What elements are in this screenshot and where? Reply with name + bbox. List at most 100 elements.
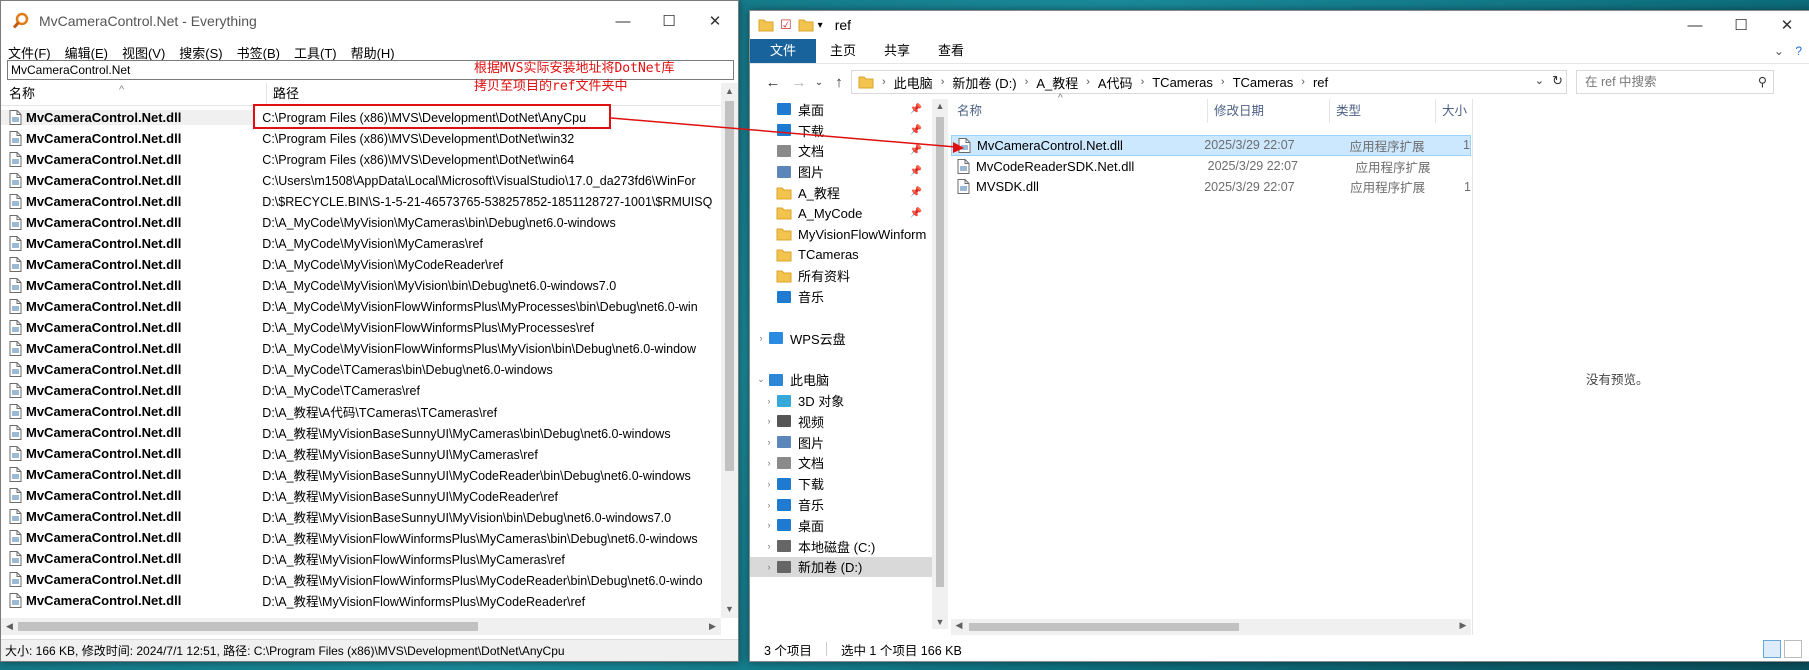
nav-item[interactable]: 音乐	[750, 286, 932, 307]
expand-chevron-icon[interactable]: ›	[762, 541, 776, 551]
scroll-left-icon[interactable]: ◀	[1, 618, 18, 635]
nav-item[interactable]: › WPS云盘	[750, 328, 932, 349]
customize-chevron-icon[interactable]: ▾	[818, 20, 823, 31]
table-row[interactable]: MvCameraControl.Net.dll D:\A_MyCode\MyVis…	[1, 275, 721, 296]
results-vertical-scrollbar[interactable]: ▲ ▼	[721, 83, 738, 618]
date-column-header[interactable]: 修改日期	[1208, 99, 1330, 123]
explorer-titlebar[interactable]: ☑ ▾ ref — ☐ ✕	[750, 11, 1809, 39]
breadcrumb-tcameras[interactable]: TCameras	[1152, 75, 1213, 90]
forward-arrow-icon[interactable]: →	[786, 74, 812, 91]
nav-item[interactable]: › 文档	[750, 453, 932, 474]
up-arrow-icon[interactable]: ↑	[826, 74, 852, 91]
table-row[interactable]: MvCameraControl.Net.dll D:\A_教程\MyVisionF…	[1, 548, 721, 569]
breadcrumb-separator-icon[interactable]: ›	[1141, 76, 1145, 88]
nav-item[interactable]: › 本地磁盘 (C:)	[750, 536, 932, 557]
breadcrumb-a-code[interactable]: A代码	[1098, 73, 1133, 92]
refresh-icon[interactable]: ↻	[1552, 73, 1563, 89]
table-row[interactable]: MvCameraControl.Net.dll C:\Program Files …	[1, 128, 721, 149]
address-history-chevron-icon[interactable]: ⌄	[1535, 74, 1544, 87]
nav-item[interactable]: › 下载	[750, 473, 932, 494]
expand-chevron-icon[interactable]: ›	[762, 416, 776, 426]
breadcrumb-separator-icon[interactable]: ›	[1086, 76, 1090, 88]
new-folder-icon[interactable]	[798, 18, 814, 32]
nav-item[interactable]: › 视频	[750, 411, 932, 432]
size-column-header[interactable]: 大小	[1436, 99, 1471, 123]
menu-help[interactable]: 帮助(H)	[351, 43, 395, 62]
pin-icon[interactable]: 📌	[910, 187, 922, 198]
file-list-horizontal-scrollbar[interactable]: ◀ ▶	[951, 619, 1471, 635]
file-row[interactable]: MvCodeReaderSDK.Net.dll 2025/3/29 22:07 应用…	[951, 156, 1471, 177]
expand-chevron-icon[interactable]: ›	[762, 458, 776, 468]
nav-item[interactable]: 所有资料	[750, 265, 932, 286]
menu-file[interactable]: 文件(F)	[8, 43, 51, 62]
nav-item[interactable]: ⌄ 此电脑	[750, 369, 932, 390]
breadcrumb-separator-icon[interactable]: ›	[882, 76, 886, 88]
type-column-header[interactable]: 类型	[1330, 99, 1436, 123]
everything-titlebar[interactable]: MvCameraControl.Net - Everything — ☐ ✕	[1, 1, 738, 41]
maximize-button[interactable]: ☐	[1718, 11, 1764, 39]
nav-item[interactable]: 文档 📌	[750, 141, 932, 162]
expand-chevron-icon[interactable]: ›	[762, 520, 776, 530]
name-column-header[interactable]: 名称	[951, 99, 1208, 123]
breadcrumb-ref[interactable]: ref	[1313, 75, 1328, 90]
breadcrumb-tcameras-sub[interactable]: TCameras	[1233, 75, 1294, 90]
file-row[interactable]: MVSDK.dll 2025/3/29 22:07 应用程序扩展 1	[951, 177, 1471, 198]
details-view-icon[interactable]	[1763, 640, 1781, 658]
maximize-button[interactable]: ☐	[646, 1, 692, 41]
scroll-thumb[interactable]	[18, 622, 478, 631]
help-icon[interactable]: ?	[1795, 44, 1802, 58]
search-input[interactable]: 在 ref 中搜索 ⚲	[1576, 70, 1774, 94]
nav-item[interactable]: › 3D 对象	[750, 390, 932, 411]
table-row[interactable]: MvCameraControl.Net.dll C:\Program Files …	[1, 149, 721, 170]
table-row[interactable]: MvCameraControl.Net.dll D:\A_教程\MyVisionF…	[1, 590, 721, 611]
table-row[interactable]: MvCameraControl.Net.dll D:\A_MyCode\TCame…	[1, 359, 721, 380]
minimize-button[interactable]: —	[1672, 11, 1718, 39]
nav-item[interactable]: 图片 📌	[750, 161, 932, 182]
menu-tools[interactable]: 工具(T)	[294, 43, 337, 62]
nav-item[interactable]: A_MyCode 📌	[750, 203, 932, 224]
tab-file[interactable]: 文件	[750, 39, 817, 63]
address-bar[interactable]: › 此电脑 › 新加卷 (D:) › A_教程 › A代码 › TCameras…	[851, 70, 1567, 94]
close-button[interactable]: ✕	[692, 1, 738, 41]
pin-icon[interactable]: 📌	[910, 145, 922, 156]
pin-icon[interactable]: 📌	[910, 208, 922, 219]
file-row[interactable]: MvCameraControl.Net.dll 2025/3/29 22:07 应用…	[951, 135, 1471, 156]
menu-search[interactable]: 搜索(S)	[179, 43, 222, 62]
table-row[interactable]: MvCameraControl.Net.dll D:\A_教程\MyVisionB…	[1, 485, 721, 506]
tab-share[interactable]: 共享	[870, 39, 924, 63]
pin-icon[interactable]: 📌	[910, 166, 922, 177]
nav-item[interactable]: A_教程 📌	[750, 182, 932, 203]
name-column-header[interactable]: ^ 名称	[1, 83, 267, 105]
nav-item[interactable]: › 新加卷 (D:)	[750, 556, 932, 578]
table-row[interactable]: MvCameraControl.Net.dll D:\A_教程\MyVisionB…	[1, 464, 721, 485]
results-horizontal-scrollbar[interactable]: ◀ ▶	[1, 618, 721, 635]
scroll-down-icon[interactable]: ▼	[932, 617, 948, 627]
scroll-up-icon[interactable]: ▲	[932, 101, 948, 111]
menu-bookmarks[interactable]: 书签(B)	[237, 43, 280, 62]
expand-chevron-icon[interactable]: ⌄	[754, 374, 768, 385]
expand-chevron-icon[interactable]: ›	[762, 437, 776, 447]
scroll-thumb[interactable]	[725, 101, 734, 471]
table-row[interactable]: MvCameraControl.Net.dll D:\A_MyCode\MyVis…	[1, 296, 721, 317]
menu-edit[interactable]: 编辑(E)	[65, 43, 108, 62]
recent-locations-chevron-icon[interactable]: ⌄	[812, 77, 826, 88]
pin-icon[interactable]: 📌	[910, 125, 922, 136]
expand-chevron-icon[interactable]: ›	[762, 562, 776, 572]
close-button[interactable]: ✕	[1764, 11, 1809, 39]
table-row[interactable]: MvCameraControl.Net.dll D:\A_教程\MyVisionB…	[1, 443, 721, 464]
minimize-button[interactable]: —	[600, 1, 646, 41]
breadcrumb-this-pc[interactable]: 此电脑	[894, 73, 933, 92]
table-row[interactable]: MvCameraControl.Net.dll D:\A_MyCode\MyVis…	[1, 212, 721, 233]
scroll-thumb[interactable]	[936, 117, 944, 587]
properties-icon[interactable]: ☑	[780, 17, 792, 33]
breadcrumb-separator-icon[interactable]: ›	[1301, 76, 1305, 88]
table-row[interactable]: MvCameraControl.Net.dll D:\A_MyCode\MyVis…	[1, 338, 721, 359]
table-row[interactable]: MvCameraControl.Net.dll D:\$RECYCLE.BIN\S…	[1, 191, 721, 212]
breadcrumb-separator-icon[interactable]: ›	[1025, 76, 1029, 88]
navigation-pane-scrollbar[interactable]: ▲ ▼	[932, 99, 948, 629]
table-row[interactable]: MvCameraControl.Net.dll D:\A_MyCode\MyVis…	[1, 233, 721, 254]
table-row[interactable]: MvCameraControl.Net.dll D:\A_教程\MyVisionF…	[1, 527, 721, 548]
table-row[interactable]: MvCameraControl.Net.dll C:\Users\m1508\Ap…	[1, 170, 721, 191]
breadcrumb-separator-icon[interactable]: ›	[1221, 76, 1225, 88]
table-row[interactable]: MvCameraControl.Net.dll D:\A_MyCode\MyVis…	[1, 317, 721, 338]
